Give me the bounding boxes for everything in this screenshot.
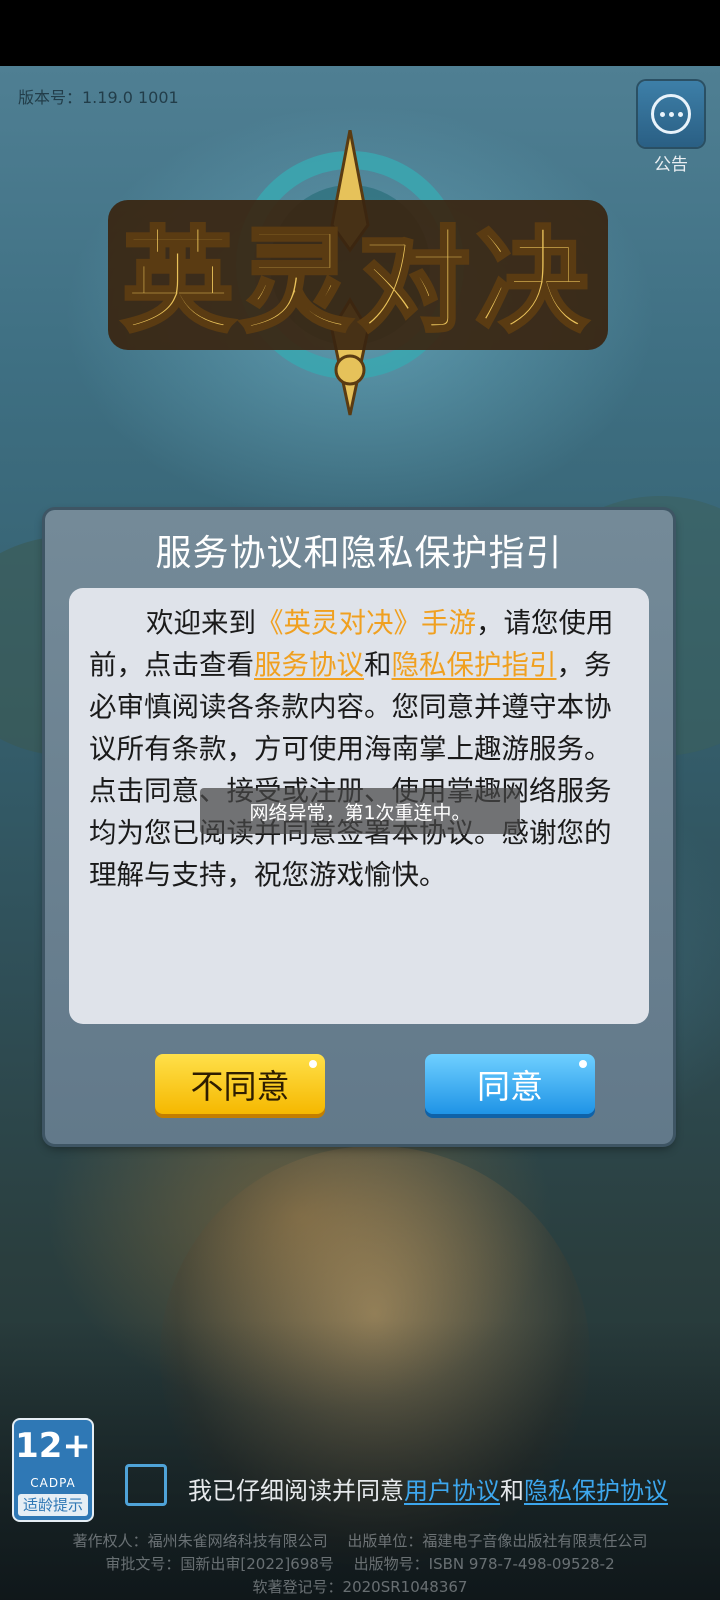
service-agreement-link[interactable]: 服务协议 [254, 649, 364, 681]
game-name: 《英灵对决》手游 [256, 607, 476, 639]
agree-label: 同意 [477, 1067, 543, 1106]
user-agreement-link[interactable]: 用户协议 [404, 1477, 500, 1505]
text-terms: ，务必审慎阅读各条款内容。您同意并遵守本协议所有条款，方可使用海南掌上趣游服务。… [89, 649, 612, 891]
age-rating: 12+ [15, 1426, 91, 1466]
button-gleam [309, 1060, 317, 1068]
age-rating-badge[interactable]: 12+ CADPA 适龄提示 [14, 1420, 92, 1520]
copyright-line-2: 审批文号：国新出审[2022]698号 出版物号：ISBN 978-7-498-… [105, 1555, 615, 1573]
dialog-title: 服务协议和隐私保护指引 [155, 533, 563, 574]
logo-text: 英灵对决 [122, 217, 594, 347]
game-logo: 英灵对决 [108, 130, 608, 416]
privacy-guide-link[interactable]: 隐私保护指引 [392, 649, 557, 681]
notice-label: 公告 [654, 155, 688, 175]
copyright-line-3: 软著登记号：2020SR1048367 [252, 1578, 468, 1596]
agreement-checkbox[interactable] [125, 1464, 167, 1506]
disagree-button[interactable]: 不同意 [155, 1054, 325, 1114]
notice-button[interactable] [638, 81, 704, 147]
agreement-line: 我已仔细阅读并同意用户协议和隐私保护协议 [188, 1471, 668, 1506]
text-welcome: 欢迎来到 [146, 607, 256, 639]
dialog-text: 欢迎来到《英灵对决》手游，请您使用前，点击查看服务协议和隐私保护指引，务必审慎阅… [89, 602, 629, 896]
age-rating-org: CADPA [30, 1476, 76, 1490]
chat-bubble-icon [651, 94, 691, 134]
version-label: 版本号：1.19.0 1001 [18, 88, 179, 107]
agree-button[interactable]: 同意 [425, 1054, 595, 1114]
agreement-and: 和 [500, 1477, 524, 1505]
copyright-line-1: 著作权人：福州朱雀网络科技有限公司 出版单位：福建电子音像出版社有限责任公司 [72, 1532, 648, 1550]
button-gleam [579, 1060, 587, 1068]
privacy-agreement-link[interactable]: 隐私保护协议 [524, 1477, 668, 1505]
text-and: 和 [364, 649, 392, 681]
status-bar [0, 0, 720, 66]
network-error-toast: 网络异常，第1次重连中。 [200, 788, 520, 834]
agreement-prefix: 我已仔细阅读并同意 [188, 1477, 404, 1505]
age-rating-hint: 适龄提示 [18, 1494, 88, 1516]
disagree-label: 不同意 [190, 1067, 290, 1106]
